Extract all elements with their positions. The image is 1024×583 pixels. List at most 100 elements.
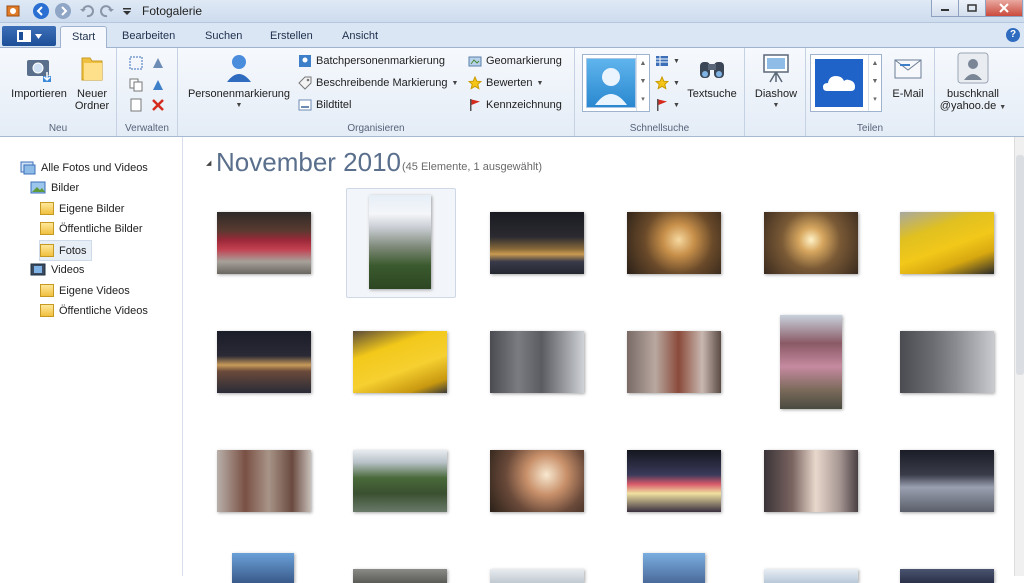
new-folder-label-1: Neuer	[77, 88, 107, 100]
photo-thumbnail-selected[interactable]	[369, 195, 431, 289]
group-diashow: Diashow ▼	[745, 48, 806, 136]
group-label-teilen: Teilen	[856, 123, 884, 134]
photo-thumbnail[interactable]	[490, 331, 584, 393]
flag-filter-button[interactable]: ▼	[655, 96, 680, 114]
photo-thumbnail[interactable]	[490, 212, 584, 274]
camera-import-icon	[23, 52, 55, 84]
photo-thumbnail[interactable]	[643, 553, 705, 583]
tree-item-oeffentliche-bilder[interactable]: Öffentliche Bilder	[40, 219, 143, 238]
rate-button[interactable]: Bewerten ▼	[468, 74, 543, 92]
tree-label-oeffentliche-bilder: Öffentliche Bilder	[59, 222, 143, 235]
email-button[interactable]: E-Mail	[884, 52, 932, 100]
photo-thumbnail[interactable]	[900, 212, 994, 274]
redo-icon[interactable]	[98, 2, 116, 20]
gallery-scrollbar[interactable]	[1014, 137, 1024, 576]
group-header-month[interactable]: November 2010	[216, 147, 401, 178]
photo-thumbnail[interactable]	[627, 450, 721, 512]
caption-button[interactable]: Bildtitel	[298, 96, 351, 114]
geotag-button[interactable]: Geomarkierung	[468, 52, 562, 70]
tree-item-fotos[interactable]: Fotos	[39, 240, 92, 261]
slideshow-button[interactable]: Diashow ▼	[749, 52, 803, 112]
photo-thumbnail[interactable]	[232, 553, 294, 583]
share-gallery-scroll-icon[interactable]: ▲ ▼ ▾	[868, 55, 881, 111]
delete-icon[interactable]	[151, 96, 165, 114]
photo-thumbnail[interactable]	[780, 315, 842, 409]
account-domain-row: @yahoo.de ▼	[937, 100, 1009, 114]
tab-start[interactable]: Start	[60, 26, 108, 48]
grid-view-icon	[656, 56, 668, 66]
flag-label: Kennzeichnung	[486, 99, 562, 111]
account-button[interactable]: buschknall @yahoo.de ▼	[937, 52, 1009, 114]
properties-icon[interactable]	[129, 96, 143, 114]
tab-suchen[interactable]: Suchen	[194, 26, 253, 47]
photo-thumbnail[interactable]	[353, 331, 447, 393]
photo-thumbnail[interactable]	[764, 450, 858, 512]
share-gallery[interactable]: ▲ ▼ ▾	[810, 54, 882, 112]
photo-thumbnail[interactable]	[900, 450, 994, 512]
photo-thumbnail[interactable]	[627, 212, 721, 274]
help-icon[interactable]: ?	[1006, 28, 1020, 42]
new-folder-label-2: Ordner	[74, 100, 110, 112]
select-all-icon[interactable]	[129, 54, 143, 72]
rating-filter-dropdown-icon: ▼	[673, 79, 680, 87]
photo-thumbnail[interactable]	[900, 569, 994, 583]
tree-item-bilder[interactable]: Bilder	[30, 178, 79, 197]
tree-item-videos[interactable]: Videos	[30, 260, 84, 279]
photo-thumbnail[interactable]	[490, 569, 584, 583]
flag-button[interactable]: Kennzeichnung	[468, 96, 562, 114]
minimize-button[interactable]	[931, 0, 959, 17]
quick-find-gallery[interactable]: ▲ ▼ ▾	[582, 54, 650, 112]
binoculars-icon	[696, 52, 728, 84]
photo-thumbnail[interactable]	[353, 569, 447, 583]
photo-thumbnail[interactable]	[900, 331, 994, 393]
batch-people-tag-button[interactable]: Batchpersonenmarkierung	[298, 52, 445, 70]
maximize-button[interactable]	[958, 0, 986, 17]
photo-thumbnail[interactable]	[490, 450, 584, 512]
account-dropdown-icon: ▼	[999, 104, 1007, 111]
folder-icon	[40, 304, 54, 317]
view-layout-button[interactable]: ▼	[655, 52, 680, 70]
photo-thumbnail[interactable]	[353, 450, 447, 512]
photo-thumbnail[interactable]	[217, 331, 311, 393]
photos-videos-icon	[20, 161, 36, 174]
app-icon[interactable]	[4, 2, 22, 20]
application-menu-button[interactable]	[2, 26, 56, 46]
photo-thumbnail[interactable]	[217, 212, 311, 274]
back-icon[interactable]	[32, 2, 50, 20]
rating-filter-button[interactable]: ▼	[655, 74, 680, 92]
tab-ansicht[interactable]: Ansicht	[331, 26, 389, 47]
copy-icon[interactable]	[129, 76, 143, 94]
import-button[interactable]: Importieren	[8, 52, 70, 100]
photo-thumbnail[interactable]	[764, 569, 858, 583]
person-icon	[223, 52, 255, 84]
ribbon: Importieren Neuer Ordner Neu Verwalten P…	[0, 48, 1024, 137]
people-tag-button[interactable]: Personenmarkierung ▼	[184, 52, 294, 112]
tree-item-oeffentliche-videos[interactable]: Öffentliche Videos	[40, 301, 148, 320]
undo-icon[interactable]	[78, 2, 96, 20]
window-title: Fotogalerie	[142, 4, 203, 18]
new-folder-button[interactable]: Neuer Ordner	[70, 52, 114, 112]
group-neu: Importieren Neuer Ordner Neu	[0, 48, 117, 136]
photo-thumbnail[interactable]	[764, 212, 858, 274]
tree-item-all[interactable]: Alle Fotos und Videos	[20, 158, 148, 177]
tab-erstellen[interactable]: Erstellen	[259, 26, 324, 47]
photo-thumbnail[interactable]	[217, 450, 311, 512]
photo-thumbnail[interactable]	[627, 331, 721, 393]
group-teilen: ▲ ▼ ▾ E-Mail Teilen	[806, 48, 935, 136]
tree-item-eigene-videos[interactable]: Eigene Videos	[40, 281, 130, 300]
forward-icon[interactable]	[54, 2, 72, 20]
geotag-icon	[468, 56, 482, 67]
close-button[interactable]	[985, 0, 1023, 17]
star-filter-icon	[655, 76, 669, 90]
text-search-button[interactable]: Textsuche	[683, 52, 741, 100]
customize-qat-icon[interactable]	[118, 2, 136, 20]
tab-bearbeiten[interactable]: Bearbeiten	[111, 26, 186, 47]
rotate-right-icon[interactable]	[151, 76, 165, 94]
gallery-scroll-icon[interactable]: ▲ ▼ ▾	[636, 55, 649, 111]
group-label-neu: Neu	[48, 123, 68, 134]
descriptive-tag-button[interactable]: Beschreibende Markierung ▼	[298, 74, 458, 92]
rotate-left-icon[interactable]	[151, 54, 165, 72]
scrollbar-thumb[interactable]	[1016, 155, 1024, 375]
collapse-group-icon[interactable]: ◢	[206, 159, 211, 167]
tree-item-eigene-bilder[interactable]: Eigene Bilder	[40, 199, 124, 218]
